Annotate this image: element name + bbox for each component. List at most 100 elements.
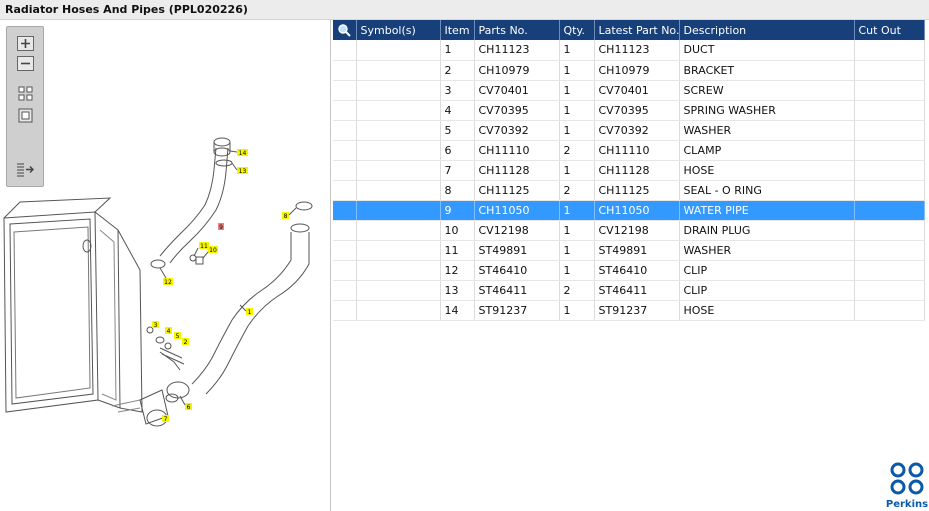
table-row[interactable]: 2 CH10979 1 CH10979 BRACKET <box>333 60 925 81</box>
cell-empty <box>333 280 357 301</box>
column-parts-no[interactable]: Parts No. <box>474 20 560 40</box>
cell-description: DUCT <box>679 40 855 61</box>
cell-symbols <box>356 280 441 301</box>
cell-description: SPRING WASHER <box>679 100 855 121</box>
callout-6[interactable]: 6 <box>179 395 192 411</box>
callout-5[interactable]: 5 <box>174 332 181 340</box>
svg-text:4: 4 <box>167 328 171 335</box>
cell-latest-part-no: ST49891 <box>594 240 680 261</box>
zoom-in-button[interactable] <box>16 35 35 52</box>
callout-12[interactable]: 12 <box>159 267 173 286</box>
table-row[interactable]: 3 CV70401 1 CV70401 SCREW <box>333 80 925 101</box>
cell-cut-out <box>854 100 925 121</box>
cell-cut-out <box>854 260 925 281</box>
cell-part-no: ST46411 <box>474 280 560 301</box>
table-row[interactable]: 14 ST91237 1 ST91237 HOSE <box>333 300 925 321</box>
cell-part-no: CH10979 <box>474 60 560 81</box>
table-row[interactable]: 8 CH11125 2 CH11125 SEAL - O RING <box>333 180 925 201</box>
cell-item: 9 <box>440 200 475 221</box>
callout-4[interactable]: 4 <box>165 327 172 335</box>
cell-symbols <box>356 200 441 221</box>
cell-latest-part-no: ST91237 <box>594 300 680 321</box>
cell-description: WASHER <box>679 240 855 261</box>
cell-latest-part-no: CV70395 <box>594 100 680 121</box>
cell-item: 10 <box>440 220 475 241</box>
callout-2[interactable]: 2 <box>182 338 189 346</box>
callout-14[interactable]: 14 <box>229 149 248 157</box>
cell-empty <box>333 240 357 261</box>
zoom-out-button[interactable] <box>16 55 35 72</box>
column-qty[interactable]: Qty. <box>559 20 595 40</box>
diagram-pane[interactable]: 14 13 9 8 11 10 12 1 3 4 5 2 6 7 <box>0 20 331 511</box>
callout-3[interactable]: 3 <box>152 321 159 329</box>
cell-empty <box>333 180 357 201</box>
callout-13[interactable]: 13 <box>231 162 248 175</box>
callout-9[interactable]: 9 <box>218 223 224 231</box>
plus-icon <box>17 36 34 51</box>
export-button[interactable] <box>16 161 35 178</box>
cell-qty: 1 <box>559 200 595 221</box>
fit-view-button[interactable] <box>16 85 35 102</box>
callout-8[interactable]: 8 <box>282 207 297 220</box>
cell-latest-part-no: CH11123 <box>594 40 680 61</box>
cell-latest-part-no: CH11050 <box>594 200 680 221</box>
cell-empty <box>333 300 357 321</box>
cell-cut-out <box>854 240 925 261</box>
table-row[interactable]: 12 ST46410 1 ST46410 CLIP <box>333 260 925 281</box>
cell-description: CLAMP <box>679 140 855 161</box>
callout-7[interactable]: 7 <box>162 415 169 423</box>
table-row[interactable]: 13 ST46411 2 ST46411 CLIP <box>333 280 925 301</box>
column-description[interactable]: Description <box>679 20 855 40</box>
svg-text:8: 8 <box>284 213 288 220</box>
table-row[interactable]: 7 CH11128 1 CH11128 HOSE <box>333 160 925 181</box>
cell-symbols <box>356 100 441 121</box>
cell-symbols <box>356 40 441 61</box>
table-row[interactable]: 6 CH11110 2 CH11110 CLAMP <box>333 140 925 161</box>
cell-qty: 1 <box>559 160 595 181</box>
cell-part-no: CV70401 <box>474 80 560 101</box>
cell-empty <box>333 60 357 81</box>
cell-description: HOSE <box>679 300 855 321</box>
callout-1[interactable]: 1 <box>239 304 253 316</box>
svg-text:12: 12 <box>164 279 172 286</box>
table-row[interactable]: 9 CH11050 1 CH11050 WATER PIPE <box>333 200 925 221</box>
svg-text:14: 14 <box>239 150 247 157</box>
cell-qty: 1 <box>559 220 595 241</box>
cell-description: SCREW <box>679 80 855 101</box>
parts-table: Symbol(s) Item Parts No. Qty. Latest Par… <box>333 20 925 321</box>
perkins-logo: Perkins <box>885 462 929 511</box>
cell-item: 3 <box>440 80 475 101</box>
cell-description: HOSE <box>679 160 855 181</box>
svg-text:9: 9 <box>219 224 223 231</box>
cell-qty: 1 <box>559 300 595 321</box>
table-row[interactable]: 4 CV70395 1 CV70395 SPRING WASHER <box>333 100 925 121</box>
column-zoom[interactable] <box>333 20 357 40</box>
window-title: Radiator Hoses And Pipes (PPL020226) <box>0 0 929 20</box>
cell-item: 12 <box>440 260 475 281</box>
cell-latest-part-no: CH11128 <box>594 160 680 181</box>
brand-name: Perkins <box>885 499 929 510</box>
column-latest-part-no[interactable]: Latest Part No. <box>594 20 680 40</box>
table-row[interactable]: 5 CV70392 1 CV70392 WASHER <box>333 120 925 141</box>
cell-item: 5 <box>440 120 475 141</box>
perkins-emblem-icon <box>890 462 924 495</box>
table-row[interactable]: 1 CH11123 1 CH11123 DUCT <box>333 40 925 61</box>
cell-latest-part-no: CH11125 <box>594 180 680 201</box>
cell-qty: 1 <box>559 100 595 121</box>
column-cut-out[interactable]: Cut Out <box>854 20 925 40</box>
actual-size-button[interactable] <box>16 107 35 124</box>
cell-cut-out <box>854 40 925 61</box>
cell-qty: 1 <box>559 40 595 61</box>
table-row[interactable]: 10 CV12198 1 CV12198 DRAIN PLUG <box>333 220 925 241</box>
cell-description: SEAL - O RING <box>679 180 855 201</box>
cell-symbols <box>356 60 441 81</box>
svg-text:6: 6 <box>187 404 191 411</box>
cell-description: CLIP <box>679 260 855 281</box>
table-row[interactable]: 11 ST49891 1 ST49891 WASHER <box>333 240 925 261</box>
column-item[interactable]: Item <box>440 20 475 40</box>
cell-empty <box>333 220 357 241</box>
column-symbols[interactable]: Symbol(s) <box>356 20 441 40</box>
cell-cut-out <box>854 220 925 241</box>
cell-symbols <box>356 240 441 261</box>
exploded-diagram: 14 13 9 8 11 10 12 1 3 4 5 2 6 7 <box>3 137 313 427</box>
